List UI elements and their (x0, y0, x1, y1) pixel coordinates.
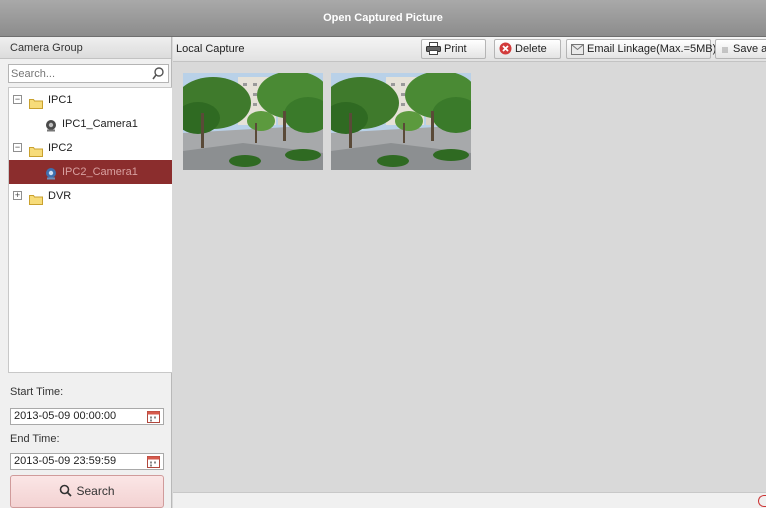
print-button[interactable]: Print (421, 39, 486, 59)
expand-icon[interactable]: + (13, 191, 22, 200)
end-time-value: 2013-05-09 23:59:59 (14, 455, 117, 467)
folder-icon (29, 190, 43, 205)
captured-picture-thumbnail[interactable] (331, 73, 471, 170)
search-button[interactable]: Search (10, 475, 164, 508)
print-label: Print (444, 43, 467, 55)
camera-group-panel: Camera Group − IPC1 IPC1_Camera1 − (0, 37, 172, 508)
tree-node-ipc2-camera1[interactable]: IPC2_Camera1 (9, 160, 172, 184)
capture-main-area: Local Capture Print Delete Email Linkage… (173, 37, 766, 508)
captured-pictures-area (173, 63, 766, 492)
collapse-icon[interactable]: − (13, 143, 22, 152)
calendar-icon[interactable] (147, 455, 160, 468)
email-linkage-button[interactable]: Email Linkage(Max.=5MB) (566, 39, 716, 61)
tree-node-label: IPC2 (48, 142, 73, 154)
email-icon (571, 43, 584, 61)
search-icon[interactable] (151, 66, 165, 81)
save-as-label: Save as (733, 43, 766, 55)
window-title: Open Captured Picture (0, 0, 766, 37)
save-as-button[interactable]: Save as (715, 39, 766, 59)
camera-tree: − IPC1 IPC1_Camera1 − IPC2 IPC2_Camera1 … (8, 87, 172, 373)
start-time-label: Start Time: (10, 386, 64, 398)
tree-node-ipc1-camera1[interactable]: IPC1_Camera1 (9, 112, 172, 136)
captured-picture-thumbnail[interactable] (183, 73, 323, 170)
save-icon (720, 43, 730, 61)
printer-icon (426, 42, 441, 61)
camera-group-header: Camera Group (0, 37, 171, 59)
email-linkage-label: Email Linkage(Max.=5MB) (587, 43, 717, 55)
start-time-field[interactable]: 2013-05-09 00:00:00 (10, 408, 164, 425)
delete-icon (499, 42, 512, 61)
search-button-label: Search (76, 484, 115, 498)
tree-node-ipc2[interactable]: − IPC2 (9, 136, 172, 160)
camera-search-box[interactable] (8, 64, 169, 83)
local-capture-title: Local Capture (176, 43, 245, 55)
tree-node-label: IPC1 (48, 94, 73, 106)
calendar-icon[interactable] (147, 410, 160, 423)
capture-toolbar: Local Capture Print Delete Email Linkage… (173, 37, 766, 62)
status-bar (173, 492, 766, 508)
tree-node-label: DVR (48, 190, 72, 202)
camera-icon (45, 117, 57, 132)
tree-node-dvr[interactable]: + DVR (9, 184, 172, 208)
end-time-label: End Time: (10, 433, 60, 445)
search-icon (60, 484, 73, 497)
delete-label: Delete (515, 43, 547, 55)
folder-icon (29, 94, 43, 109)
start-time-value: 2013-05-09 00:00:00 (14, 410, 117, 422)
delete-button[interactable]: Delete (494, 39, 561, 59)
pagination-icon[interactable] (758, 495, 766, 507)
tree-node-label: IPC1_Camera1 (62, 118, 138, 130)
end-time-field[interactable]: 2013-05-09 23:59:59 (10, 453, 164, 470)
tree-node-ipc1[interactable]: − IPC1 (9, 88, 172, 112)
camera-search-input[interactable] (9, 65, 149, 82)
tree-node-label: IPC2_Camera1 (62, 166, 138, 178)
collapse-icon[interactable]: − (13, 95, 22, 104)
camera-icon (45, 165, 57, 180)
folder-icon (29, 142, 43, 157)
